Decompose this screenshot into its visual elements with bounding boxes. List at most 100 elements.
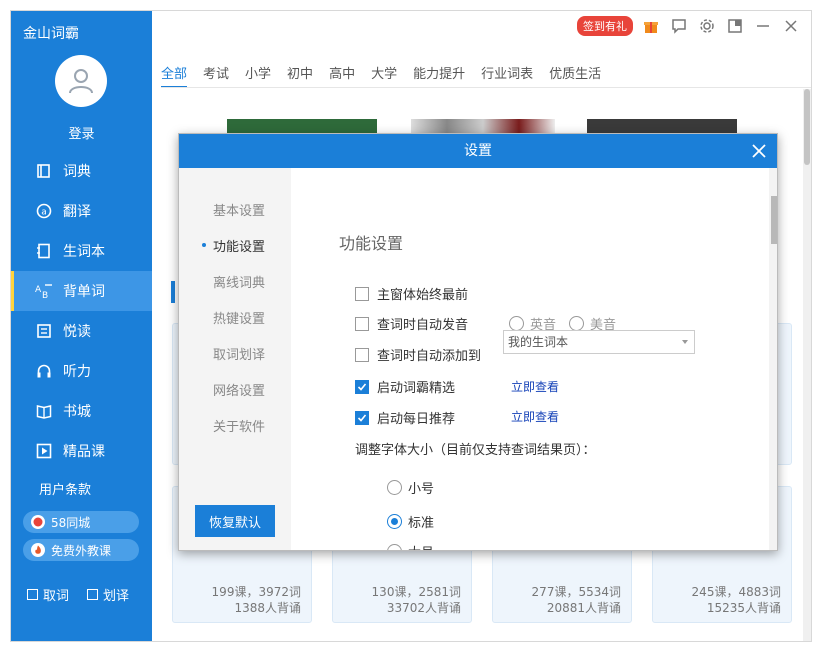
settings-content: 功能设置 主窗体始终最前 查词时自动发音 英音 美音 查词时自动添加到 我的生词…	[291, 168, 777, 550]
ad-58-button[interactable]: 58同城	[23, 511, 139, 533]
user-icon	[69, 69, 93, 94]
mini-mode-icon[interactable]	[721, 15, 749, 37]
select-translate-toggle[interactable]: 划译	[87, 585, 129, 604]
sidebar-item-bookstore[interactable]: 书城	[11, 391, 152, 431]
course-learners: 15235人背诵	[706, 601, 781, 615]
font-large-option[interactable]: 大号	[387, 542, 434, 550]
course-learners: 1388人背诵	[234, 601, 301, 615]
tab-industry[interactable]: 行业词表	[481, 63, 533, 88]
sidebar-item-translate[interactable]: a 翻译	[11, 191, 152, 231]
flame-icon	[31, 543, 45, 557]
settings-menu-offline-dict[interactable]: 离线词典	[213, 272, 265, 291]
tab-exam[interactable]: 考试	[203, 63, 229, 88]
section-marker	[171, 281, 175, 303]
free-teacher-button[interactable]: 免费外教课	[23, 539, 139, 561]
radio-label: 标准	[408, 516, 435, 531]
main-scrollbar-thumb[interactable]	[804, 89, 810, 165]
dialog-header: 设置	[179, 134, 777, 168]
settings-menu-network[interactable]: 网络设置	[213, 380, 265, 399]
course-lessons: 199课，3972词	[211, 585, 301, 599]
svg-text:a: a	[41, 208, 47, 218]
abc-icon: AB	[35, 282, 53, 300]
sidebar-item-label: 书城	[63, 404, 91, 420]
option-label: 启动每日推荐	[377, 412, 456, 427]
dialog-scrollbar[interactable]	[769, 168, 777, 550]
option-auto-add[interactable]: 查词时自动添加到	[355, 345, 481, 364]
settings-menu-function[interactable]: 功能设置	[201, 236, 265, 255]
radio-us-button[interactable]	[569, 316, 584, 331]
settings-menu-about[interactable]: 关于软件	[213, 416, 265, 435]
option-label: 启动词霸精选	[377, 381, 456, 396]
font-large-radio[interactable]	[387, 544, 402, 550]
sign-in-badge[interactable]: 签到有礼	[577, 16, 633, 36]
minimize-icon[interactable]	[749, 15, 777, 37]
tab-all[interactable]: 全部	[161, 63, 188, 88]
tab-senior[interactable]: 高中	[329, 63, 355, 88]
sidebar-item-memorize[interactable]: AB 背单词	[11, 271, 152, 311]
headphones-icon	[35, 362, 53, 380]
checkmark-icon	[357, 413, 367, 422]
settings-menu-basic[interactable]: 基本设置	[213, 200, 265, 219]
radio-uk-button[interactable]	[509, 316, 524, 331]
option-auto-pronounce[interactable]: 查词时自动发音	[355, 314, 468, 333]
auto-add-checkbox[interactable]	[355, 347, 369, 362]
tab-primary[interactable]: 小学	[245, 63, 271, 88]
sidebar: 金山词霸 登录 词典 a 翻译 生词本 AB 背单词 悦读 听力 书城 精品课 …	[11, 11, 152, 641]
bookstore-icon	[35, 402, 53, 420]
option-always-on-top[interactable]: 主窗体始终最前	[355, 284, 468, 303]
course-lessons: 130课，2581词	[371, 585, 461, 599]
sidebar-item-dictionary[interactable]: 词典	[11, 151, 152, 191]
view-daily-link[interactable]: 立即查看	[511, 408, 559, 425]
radio-label: 小号	[408, 482, 435, 497]
feedback-icon[interactable]	[665, 15, 693, 37]
play-icon	[35, 442, 53, 460]
dialog-scrollbar-thumb[interactable]	[771, 196, 777, 244]
course-meta: 130课，2581词 33702人背诵	[372, 584, 461, 616]
sidebar-item-listening[interactable]: 听力	[11, 351, 152, 391]
app-title: 金山词霸	[23, 26, 79, 42]
translate-icon: a	[35, 202, 53, 220]
tab-university[interactable]: 大学	[371, 63, 397, 88]
close-icon[interactable]	[777, 15, 805, 37]
sidebar-item-reading[interactable]: 悦读	[11, 311, 152, 351]
sidebar-item-label: 精品课	[63, 444, 105, 460]
auto-pronounce-checkbox[interactable]	[355, 316, 369, 331]
sidebar-item-wordbook[interactable]: 生词本	[11, 231, 152, 271]
always-on-top-checkbox[interactable]	[355, 286, 369, 301]
sidebar-item-label: 生词本	[63, 244, 105, 260]
course-lessons: 277课，5534词	[531, 585, 621, 599]
featured-checkbox[interactable]	[355, 379, 369, 394]
sidebar-item-label: 词典	[63, 164, 91, 180]
sidebar-item-label: 翻译	[63, 204, 91, 220]
option-label: 查词时自动发音	[377, 318, 469, 333]
tab-lifestyle[interactable]: 优质生活	[549, 63, 601, 88]
main-scrollbar[interactable]	[803, 89, 811, 641]
sidebar-item-courses[interactable]: 精品课	[11, 431, 152, 471]
wordbook-select[interactable]: 我的生词本	[503, 330, 695, 354]
font-small-option[interactable]: 小号	[387, 478, 434, 497]
option-label: 查词时自动添加到	[377, 349, 482, 364]
gear-icon[interactable]	[693, 15, 721, 37]
daily-checkbox[interactable]	[355, 410, 369, 425]
tab-skills[interactable]: 能力提升	[413, 63, 465, 88]
font-standard-option[interactable]: 标准	[387, 512, 434, 531]
login-link[interactable]: 登录	[11, 123, 152, 142]
settings-menu-capture[interactable]: 取词划译	[213, 344, 265, 363]
dialog-close-button[interactable]	[749, 141, 769, 161]
option-daily[interactable]: 启动每日推荐	[355, 408, 455, 427]
avatar[interactable]	[55, 55, 107, 107]
select-translate-checkbox[interactable]	[87, 589, 98, 600]
tabs-divider	[161, 87, 811, 88]
restore-defaults-button[interactable]: 恢复默认	[195, 505, 275, 537]
course-meta: 277课，5534词 20881人背诵	[532, 584, 621, 616]
lookup-checkbox[interactable]	[27, 589, 38, 600]
settings-menu-hotkey[interactable]: 热键设置	[213, 308, 265, 327]
option-featured[interactable]: 启动词霸精选	[355, 377, 455, 396]
font-standard-radio[interactable]	[387, 514, 402, 529]
gift-icon[interactable]	[637, 15, 665, 37]
user-terms-link[interactable]: 用户条款	[39, 479, 91, 498]
font-small-radio[interactable]	[387, 480, 402, 495]
lookup-toggle[interactable]: 取词	[27, 585, 69, 604]
tab-junior[interactable]: 初中	[287, 63, 313, 88]
view-featured-link[interactable]: 立即查看	[511, 378, 559, 395]
